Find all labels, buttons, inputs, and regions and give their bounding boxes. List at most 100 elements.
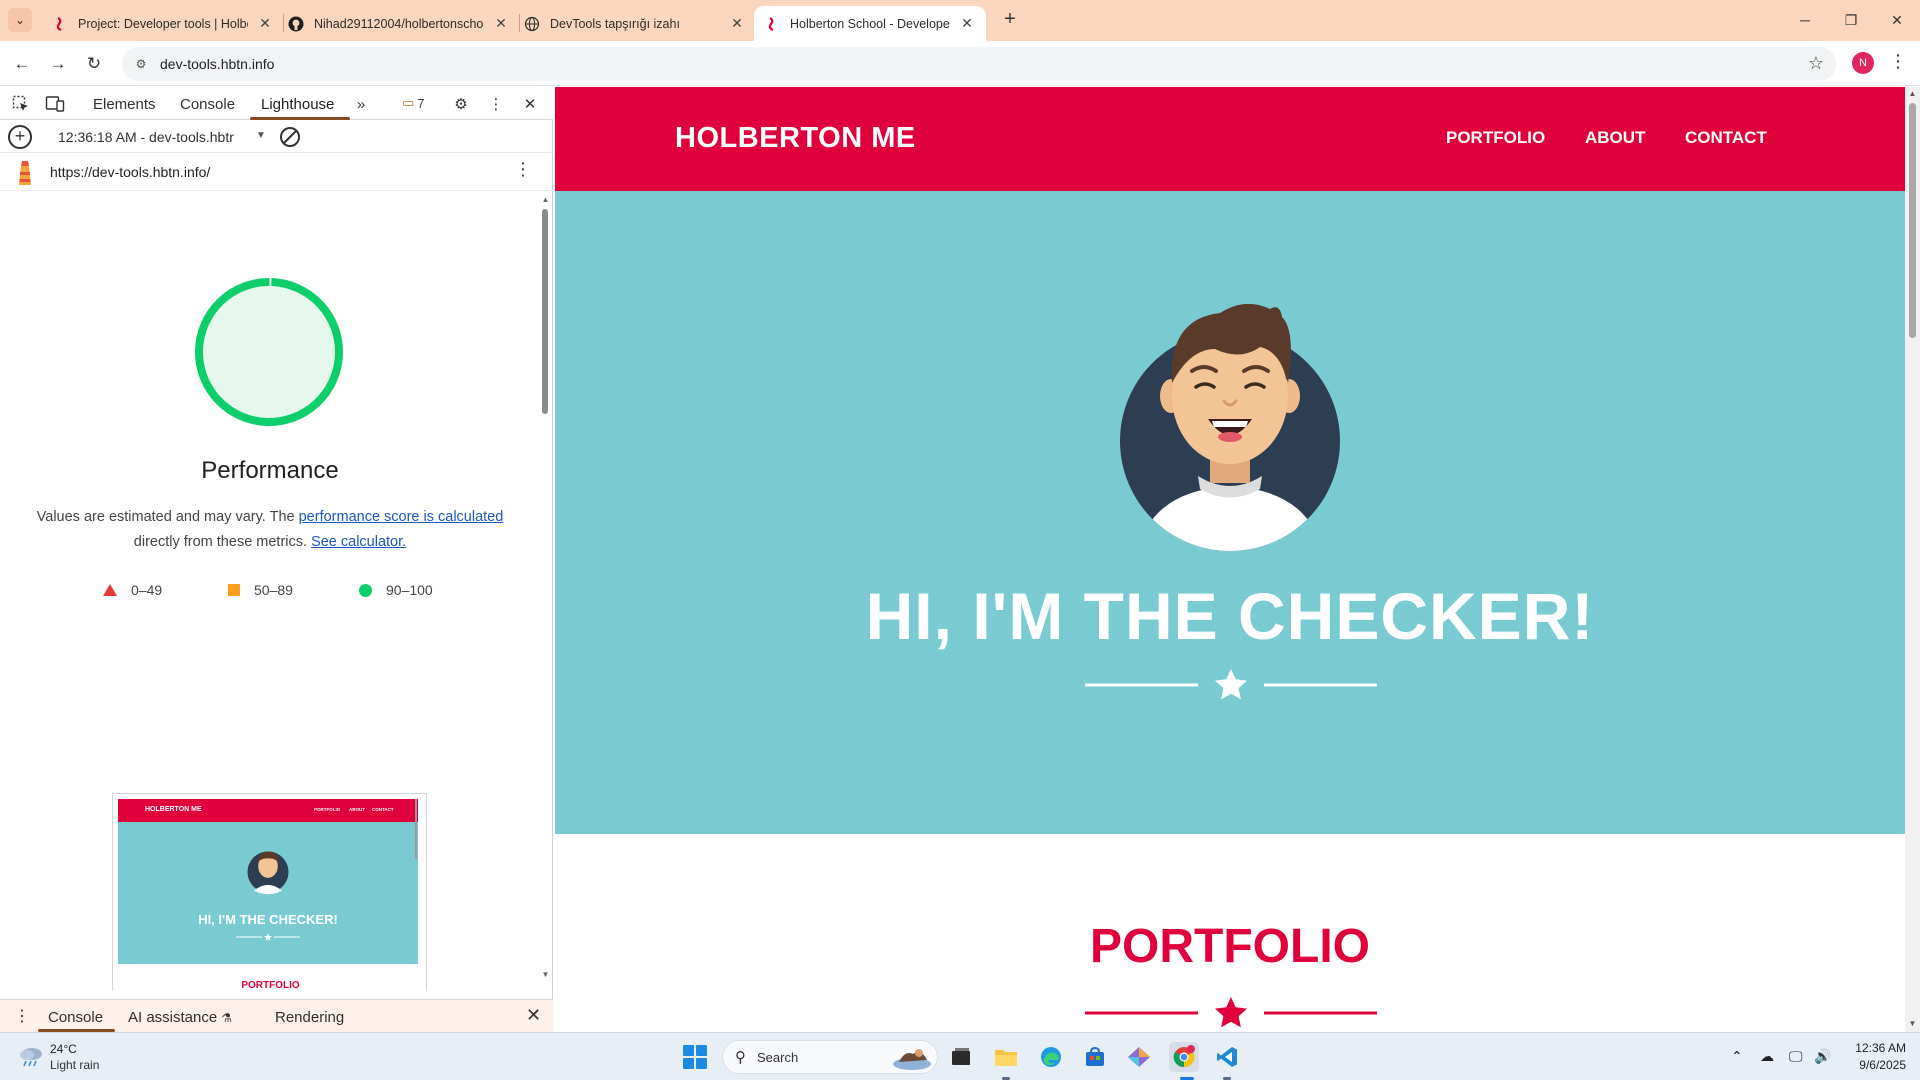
reload-button[interactable]: ↻ — [80, 50, 108, 78]
clock-time[interactable]: 12:36 AM — [1846, 1041, 1906, 1055]
scroll-down-icon[interactable]: ▼ — [540, 970, 551, 979]
calculator-link[interactable]: See calculator. — [311, 534, 406, 550]
site-brand[interactable]: HOLBERTON ME — [675, 122, 916, 155]
drawer-menu-icon[interactable]: ⋮ — [14, 1006, 30, 1026]
tab-title: DevTools tapşırığı izahı — [550, 16, 680, 31]
plus-icon: + — [1004, 8, 1016, 30]
restore-button[interactable]: ❐ — [1828, 0, 1874, 40]
browser-tab-3[interactable]: DevTools tapşırığı izahı ✕ — [514, 6, 756, 41]
minimize-icon: ─ — [1800, 12, 1810, 28]
back-button[interactable]: ← — [8, 50, 36, 78]
portfolio-divider — [1085, 997, 1377, 1028]
close-icon[interactable]: ✕ — [958, 15, 976, 32]
legend-range: 90–100 — [386, 582, 433, 598]
nav-link-portfolio[interactable]: PORTFOLIO — [1446, 128, 1545, 148]
clear-reports-icon[interactable] — [280, 127, 300, 147]
close-drawer-icon[interactable]: ✕ — [526, 1005, 541, 1026]
tab-elements[interactable]: Elements — [93, 96, 156, 113]
scroll-up-icon[interactable]: ▲ — [540, 195, 551, 204]
device-toolbar-icon[interactable] — [44, 93, 66, 115]
network-icon[interactable]: 🖵 — [1789, 1048, 1803, 1065]
tab-search-button[interactable]: ⌄ — [8, 8, 32, 32]
thumbnail-section-title: PORTFOLIO — [241, 980, 300, 991]
window-close-button[interactable]: ✕ — [1874, 0, 1920, 40]
volume-icon[interactable]: 🔊 — [1814, 1048, 1831, 1065]
score-calculation-link[interactable]: performance score is calculated — [299, 509, 504, 525]
chrome-app[interactable] — [1169, 1042, 1199, 1072]
more-options-icon[interactable]: ⋮ — [485, 93, 507, 115]
file-explorer-app[interactable] — [991, 1042, 1021, 1072]
tab-console[interactable]: Console — [180, 96, 235, 113]
holberton-icon — [768, 16, 774, 31]
weather-temperature: 24°C — [50, 1042, 77, 1056]
search-highlight-icon — [893, 1049, 931, 1070]
minimize-button[interactable]: ─ — [1782, 0, 1828, 40]
page-scrollbar[interactable]: ▲ ▼ — [1905, 87, 1920, 1032]
more-tabs-icon[interactable]: » — [350, 93, 372, 115]
issues-count: 7 — [417, 95, 425, 111]
legend-fail: 0–49 — [103, 582, 162, 598]
site-settings-icon[interactable]: ⚙ — [132, 55, 150, 73]
devtools-scrollbar[interactable]: ▲ ▼ — [540, 195, 551, 983]
browser-tab-4[interactable]: Holberton School - Developer t ✕ — [754, 6, 986, 41]
vscode-app[interactable] — [1212, 1042, 1242, 1072]
triangle-icon — [103, 584, 117, 596]
cloud-offline-icon[interactable]: ☁ — [1760, 1048, 1774, 1065]
drawer-tab-label: AI assistance — [128, 1009, 218, 1026]
close-icon[interactable]: ✕ — [728, 15, 746, 32]
store-app[interactable] — [1080, 1042, 1110, 1072]
caret-down-icon[interactable]: ▼ — [256, 130, 266, 141]
task-view-icon — [952, 1048, 970, 1065]
inspect-element-icon[interactable] — [10, 93, 32, 115]
new-tab-button[interactable]: + — [996, 8, 1024, 32]
profile-avatar[interactable]: N — [1852, 52, 1874, 74]
show-hidden-icons-icon[interactable]: ⌃ — [1731, 1048, 1743, 1065]
page-screenshot-thumbnail[interactable]: HOLBERTON ME PORTFOLIO ABOUT CONTACT HI,… — [112, 793, 427, 991]
nav-link-contact[interactable]: CONTACT — [1685, 128, 1767, 148]
report-menu-icon[interactable]: ⋮ — [514, 159, 532, 180]
browser-tab-2[interactable]: Nihad29112004/holbertonscho ✕ — [278, 6, 520, 41]
task-view-app[interactable] — [946, 1042, 976, 1072]
colorful-app-icon — [1128, 1047, 1150, 1067]
arrow-right-icon: → — [49, 54, 67, 73]
gear-icon[interactable]: ⚙ — [450, 93, 472, 115]
forward-button[interactable]: → — [44, 50, 72, 78]
bookmark-star-icon[interactable]: ☆ — [1808, 53, 1824, 74]
close-icon[interactable]: ✕ — [492, 15, 510, 32]
scrollbar-thumb[interactable] — [542, 209, 548, 414]
description-text: Values are estimated and may vary. The — [36, 509, 299, 525]
thumbnail-header: HOLBERTON ME PORTFOLIO ABOUT CONTACT — [118, 799, 418, 822]
drawer-tab-ai-assistance[interactable]: AI assistance ⚗ — [128, 1009, 232, 1026]
devtools-drawer: ⋮ Console AI assistance ⚗ Rendering ✕ — [0, 999, 553, 1032]
thumbnail-brand: HOLBERTON ME — [145, 806, 202, 813]
edge-icon — [1041, 1047, 1061, 1067]
edge-app[interactable] — [1036, 1042, 1066, 1072]
report-select[interactable]: 12:36:18 AM - dev-tools.hbtr — [58, 129, 234, 145]
legend-pass: 90–100 — [359, 582, 433, 598]
arrow-left-icon: ← — [13, 54, 31, 73]
browser-menu-icon[interactable]: ⋮ — [1889, 51, 1907, 72]
issues-badge[interactable]: ▭ 7 — [402, 95, 425, 111]
close-devtools-icon[interactable]: ✕ — [519, 93, 541, 115]
address-bar[interactable]: ⚙ dev-tools.hbtn.info ☆ — [122, 47, 1836, 81]
drawer-tab-console[interactable]: Console — [48, 1009, 103, 1026]
scroll-up-icon[interactable]: ▲ — [1905, 89, 1920, 98]
browser-tab-1[interactable]: Project: Developer tools | Holbe ✕ — [42, 6, 284, 41]
thumbnail-nav-link: ABOUT — [349, 807, 365, 812]
restore-icon: ❐ — [1844, 11, 1858, 28]
scroll-down-icon[interactable]: ▼ — [1905, 1019, 1920, 1028]
pinned-app[interactable] — [1124, 1042, 1154, 1072]
nav-link-about[interactable]: ABOUT — [1585, 128, 1645, 148]
lighthouse-url-row: https://dev-tools.hbtn.info/ ⋮ — [0, 153, 553, 191]
drawer-tab-rendering[interactable]: Rendering — [275, 1009, 344, 1026]
start-button[interactable] — [683, 1045, 707, 1069]
scrollbar-thumb[interactable] — [1909, 103, 1916, 338]
search-icon: ⚲ — [735, 1049, 746, 1066]
close-icon[interactable]: ✕ — [256, 15, 274, 32]
new-report-button[interactable]: + — [8, 125, 32, 149]
weather-rain-icon[interactable] — [18, 1045, 44, 1067]
site-header: HOLBERTON ME PORTFOLIO ABOUT CONTACT — [555, 87, 1905, 191]
tab-lighthouse[interactable]: Lighthouse — [261, 96, 334, 113]
taskbar-search[interactable]: ⚲ Search — [722, 1040, 938, 1074]
clock-date[interactable]: 9/6/2025 — [1846, 1058, 1906, 1072]
